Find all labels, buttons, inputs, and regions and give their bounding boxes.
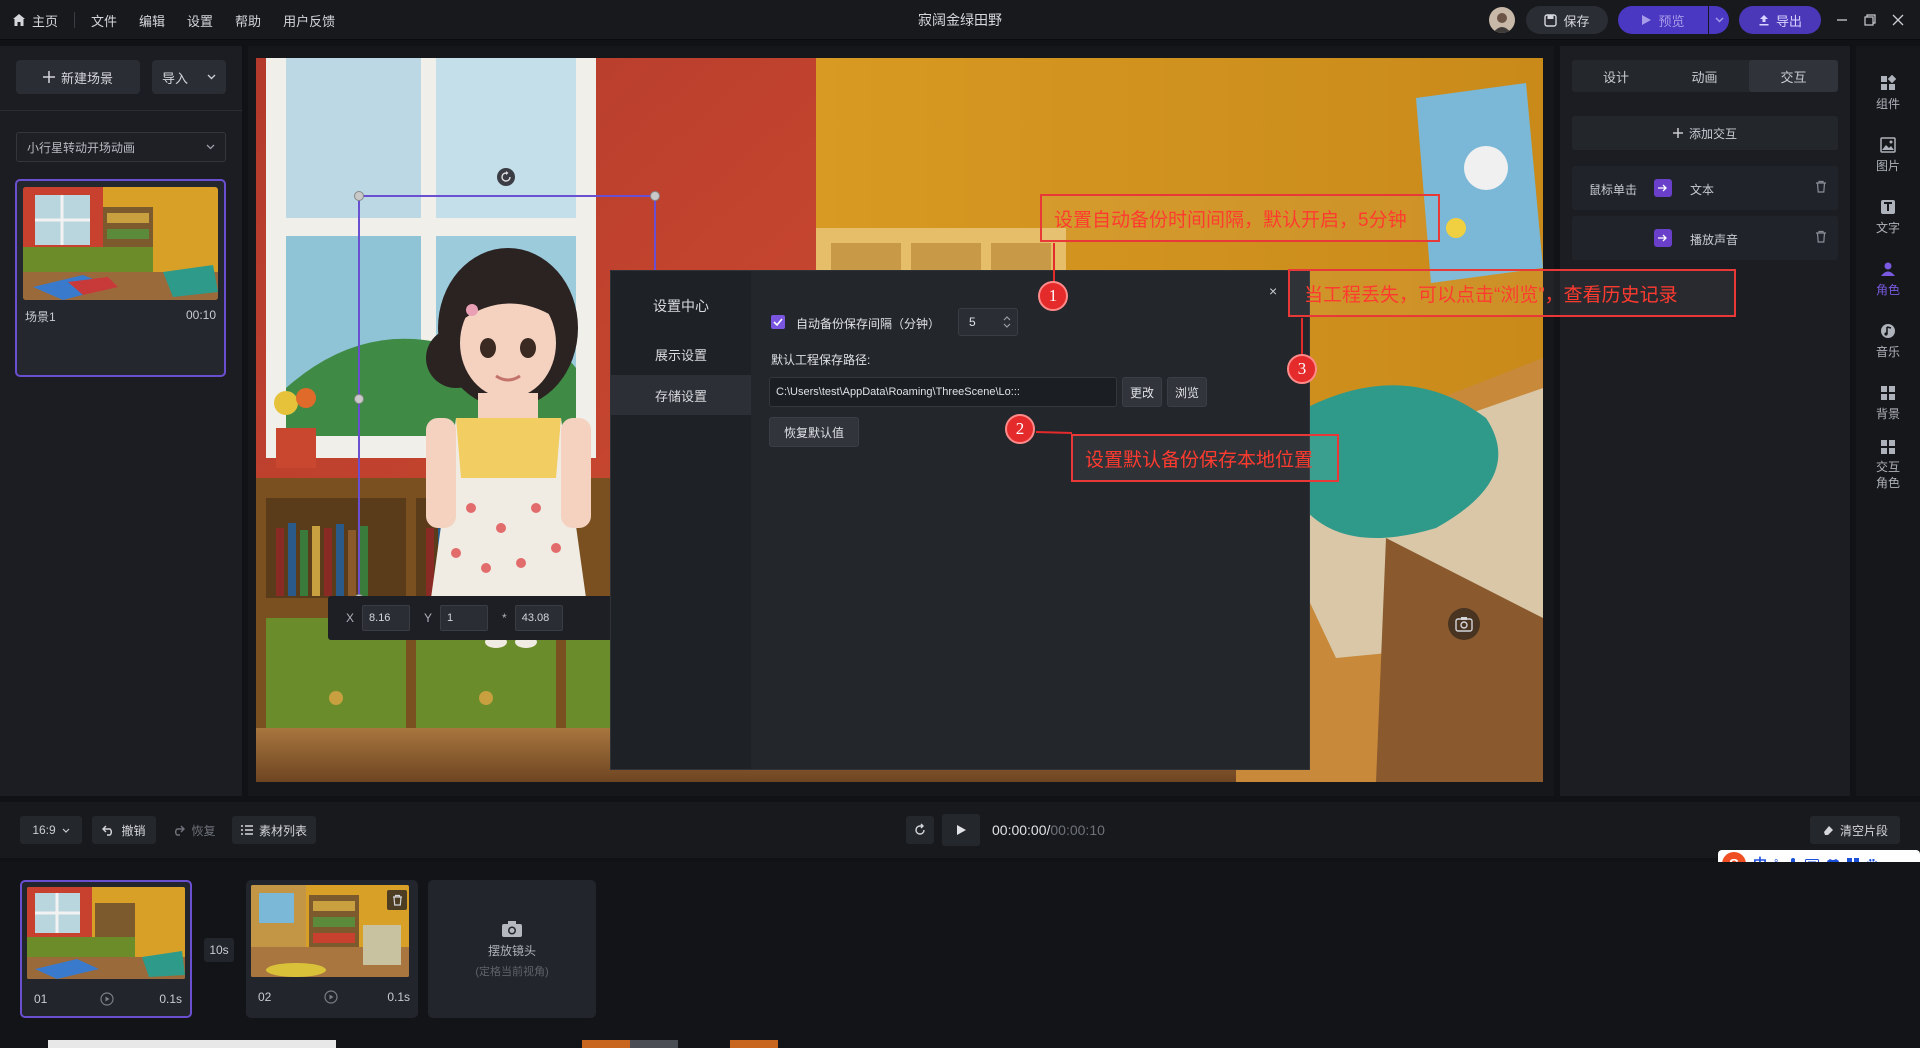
camera-icon bbox=[501, 920, 523, 938]
clip-name: 02 bbox=[258, 990, 272, 1004]
chevron-down-icon bbox=[62, 828, 70, 833]
clip-play-icon[interactable] bbox=[100, 992, 114, 1006]
delete-clip-button[interactable] bbox=[387, 890, 407, 910]
list-icon bbox=[240, 825, 253, 835]
annotation-callout-3: 当工程丢失，可以点击“浏览”，查看历史记录 bbox=[1288, 269, 1736, 317]
place-camera-hint: (定格当前视角) bbox=[475, 965, 549, 978]
asset-list-button[interactable]: 素材列表 bbox=[232, 816, 316, 844]
clip-duration: 0.1s bbox=[159, 992, 182, 1006]
eraser-icon bbox=[1822, 824, 1834, 836]
taskbar-preview bbox=[48, 1040, 336, 1048]
annotation-callout-1: 设置自动备份时间间隔，默认开启，5分钟 bbox=[1040, 194, 1440, 242]
clip-thumbnail bbox=[251, 885, 409, 977]
play-icon bbox=[956, 824, 967, 836]
annotation-badge-1: 1 bbox=[1038, 281, 1068, 311]
clip-thumbnail bbox=[27, 887, 185, 979]
total-time: 00:00:10 bbox=[1050, 822, 1105, 838]
undo-button[interactable]: 撤销 bbox=[92, 816, 156, 844]
taskbar-item bbox=[582, 1040, 630, 1048]
place-camera-slot[interactable]: 摆放镜头 (定格当前视角) bbox=[428, 880, 596, 1018]
taskbar-item bbox=[630, 1040, 678, 1048]
trash-icon bbox=[392, 894, 403, 906]
annotation-badge-3: 3 bbox=[1287, 354, 1317, 384]
clear-clips-button[interactable]: 清空片段 bbox=[1810, 816, 1900, 844]
clip-name: 01 bbox=[34, 992, 48, 1006]
annotation-badge-2: 2 bbox=[1005, 414, 1035, 444]
clip-track: 01 0.1s 10s 02 0.1s 摆放镜头 (定格当前视角) bbox=[0, 862, 1920, 1048]
place-camera-title: 摆放镜头 bbox=[487, 943, 536, 958]
annotation-callout-2: 设置默认备份保存本地位置 bbox=[1071, 434, 1339, 482]
undo-icon bbox=[102, 824, 115, 836]
timeline-toolbar: 16:9 撤销 恢复 素材列表 00:00:00 / 00:00:10 清空片段 bbox=[0, 802, 1920, 858]
aspect-ratio-select[interactable]: 16:9 bbox=[20, 816, 82, 844]
taskbar-item bbox=[730, 1040, 778, 1048]
clip-duration: 0.1s bbox=[387, 990, 410, 1004]
loop-button[interactable] bbox=[906, 816, 934, 844]
clip-card[interactable]: 01 0.1s bbox=[20, 880, 192, 1018]
redo-button[interactable]: 恢复 bbox=[164, 816, 224, 844]
play-button[interactable] bbox=[942, 814, 980, 846]
transition-duration[interactable]: 10s bbox=[204, 938, 234, 962]
clip-card[interactable]: 02 0.1s bbox=[246, 880, 418, 1018]
loop-icon bbox=[913, 823, 927, 837]
time-display: 00:00:00 / 00:00:10 bbox=[992, 822, 1105, 838]
current-time: 00:00:00 bbox=[992, 822, 1047, 838]
redo-icon bbox=[172, 824, 186, 836]
clip-play-icon[interactable] bbox=[324, 990, 338, 1004]
